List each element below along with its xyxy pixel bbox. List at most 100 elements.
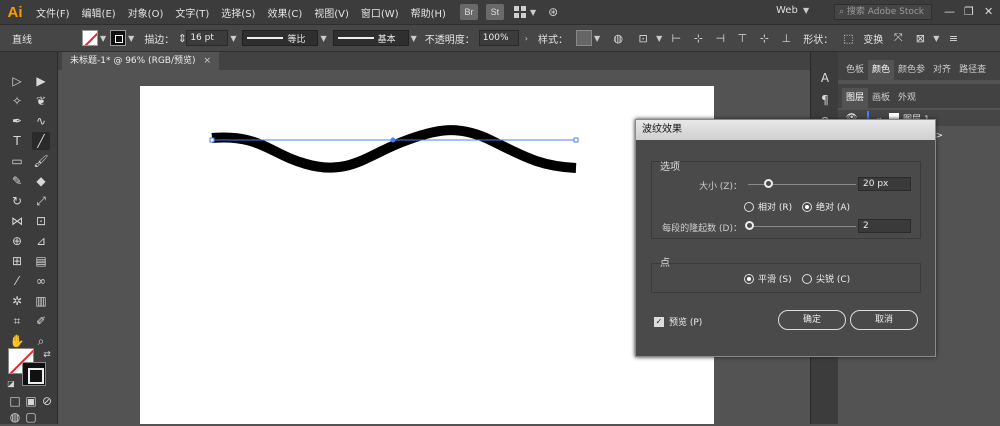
- document-tab[interactable]: 未标题-1* @ 96% (RGB/预览) ×: [62, 52, 220, 70]
- recolor-icon[interactable]: ◍: [610, 30, 626, 46]
- variable-width-profile[interactable]: 等比: [242, 30, 319, 46]
- menu-view[interactable]: 视图(V): [308, 5, 355, 20]
- transform-label[interactable]: 变换: [859, 31, 887, 46]
- size-slider-knob[interactable]: [764, 179, 773, 188]
- selection-tool-icon[interactable]: ▷: [8, 72, 26, 90]
- workspace-switcher[interactable]: Web ▼: [776, 5, 809, 16]
- chevron-down-icon[interactable]: ▼: [656, 34, 662, 43]
- absolute-radio[interactable]: 绝对 (A): [802, 200, 850, 213]
- tab-pathfinder[interactable]: 路径查: [955, 60, 990, 80]
- shaper-tool-icon[interactable]: ✎: [8, 172, 26, 190]
- tab-color-guide[interactable]: 颜色参: [894, 60, 929, 80]
- menu-object[interactable]: 对象(O): [122, 5, 170, 20]
- none-mode-icon[interactable]: ⊘: [38, 392, 56, 410]
- align-to-icon[interactable]: ⊡: [635, 30, 651, 46]
- tab-align[interactable]: 对齐: [929, 60, 955, 80]
- eraser-tool-icon[interactable]: ◆: [32, 172, 50, 190]
- menu-type[interactable]: 文字(T): [169, 5, 215, 20]
- ridges-input[interactable]: 2: [858, 219, 911, 233]
- align-bottom-icon[interactable]: ⊥: [778, 30, 794, 46]
- stroke-color-box[interactable]: [22, 362, 46, 386]
- align-left-icon[interactable]: ⊢: [668, 30, 684, 46]
- swap-colors-icon[interactable]: ⇄: [38, 346, 56, 364]
- menu-window[interactable]: 窗口(W): [355, 5, 405, 20]
- stock-button[interactable]: St: [485, 4, 504, 20]
- relative-radio[interactable]: 相对 (R): [744, 200, 792, 213]
- perspective-grid-tool-icon[interactable]: ⊿: [32, 232, 50, 250]
- graphic-style-swatch[interactable]: [575, 30, 592, 46]
- gpu-performance-icon[interactable]: ⊛: [548, 5, 558, 19]
- tab-color[interactable]: 颜色: [868, 60, 895, 80]
- brush-definition[interactable]: 基本: [332, 30, 409, 46]
- chevron-down-icon[interactable]: ▼: [933, 34, 939, 43]
- restore-icon[interactable]: ❐: [964, 5, 974, 18]
- line-segment-tool-icon[interactable]: ╱: [32, 132, 50, 150]
- chevron-down-icon[interactable]: ▼: [100, 34, 106, 43]
- slice-tool-icon[interactable]: ✐: [32, 312, 50, 330]
- cancel-button[interactable]: 取消: [850, 310, 918, 330]
- shape-builder-tool-icon[interactable]: ⊕: [8, 232, 26, 250]
- pen-tool-icon[interactable]: ✒: [8, 112, 26, 130]
- direct-selection-tool-icon[interactable]: ▶: [32, 72, 50, 90]
- column-graph-tool-icon[interactable]: ▥: [32, 292, 50, 310]
- chevron-down-icon[interactable]: ▼: [320, 34, 326, 43]
- rotate-tool-icon[interactable]: ↻: [8, 192, 26, 210]
- scale-tool-icon[interactable]: ⤢: [32, 192, 50, 210]
- anchor-point-start[interactable]: [209, 137, 215, 143]
- wave-path[interactable]: [211, 125, 577, 173]
- ridges-slider-knob[interactable]: [745, 221, 754, 230]
- menu-file[interactable]: 文件(F): [30, 5, 76, 20]
- eyedropper-tool-icon[interactable]: ⁄: [8, 272, 26, 290]
- artboard-tool-icon[interactable]: ⌗: [8, 312, 26, 330]
- screen-mode-icon[interactable]: ▢: [22, 408, 40, 426]
- artboard[interactable]: [140, 86, 714, 424]
- tab-swatches[interactable]: 色板: [842, 60, 868, 80]
- ridges-slider-track[interactable]: [748, 226, 856, 227]
- stock-search-input[interactable]: ⌕ 搜索 Adobe Stock: [834, 4, 932, 20]
- size-input[interactable]: 20 px: [858, 177, 911, 191]
- tab-layers[interactable]: 图层: [842, 88, 869, 108]
- ok-button[interactable]: 确定: [778, 310, 846, 330]
- menu-help[interactable]: 帮助(H): [405, 5, 452, 20]
- free-transform-tool-icon[interactable]: ⊡: [32, 212, 50, 230]
- stepper-icon[interactable]: ⇕: [178, 30, 187, 46]
- shape-icon[interactable]: ⬚: [840, 30, 856, 46]
- mesh-tool-icon[interactable]: ⊞: [8, 252, 26, 270]
- anchor-point-end[interactable]: [573, 137, 579, 143]
- stroke-weight-field[interactable]: 16 pt: [186, 30, 229, 46]
- paragraph-panel-icon[interactable]: ¶: [817, 92, 833, 108]
- paintbrush-tool-icon[interactable]: 🖌: [32, 152, 50, 170]
- chevron-down-icon[interactable]: ▼: [594, 34, 600, 43]
- menu-edit[interactable]: 编辑(E): [76, 5, 122, 20]
- gradient-tool-icon[interactable]: ▤: [32, 252, 50, 270]
- rectangle-tool-icon[interactable]: ▭: [8, 152, 26, 170]
- default-colors-icon[interactable]: ◪: [2, 374, 20, 392]
- opacity-field[interactable]: 100%: [478, 30, 519, 46]
- symbol-sprayer-tool-icon[interactable]: ✲: [8, 292, 26, 310]
- chevron-right-icon[interactable]: ›: [525, 34, 528, 43]
- width-tool-icon[interactable]: ⋈: [8, 212, 26, 230]
- align-right-icon[interactable]: ⊣: [712, 30, 728, 46]
- chevron-down-icon[interactable]: ▼: [530, 8, 536, 17]
- curvature-tool-icon[interactable]: ∿: [32, 112, 50, 130]
- fill-swatch[interactable]: [82, 30, 98, 46]
- align-middle-icon[interactable]: ⊹: [756, 30, 772, 46]
- lasso-tool-icon[interactable]: ❦: [32, 92, 50, 110]
- transform-icon[interactable]: ⤧: [890, 30, 906, 46]
- menu-effect[interactable]: 效果(C): [261, 5, 308, 20]
- close-tab-icon[interactable]: ×: [204, 56, 212, 66]
- chevron-down-icon[interactable]: ▼: [411, 34, 417, 43]
- corner-radio[interactable]: 尖锐 (C): [802, 272, 850, 285]
- tab-appearance[interactable]: 外观: [894, 88, 920, 108]
- close-window-icon[interactable]: ✕: [984, 5, 993, 18]
- menu-select[interactable]: 选择(S): [215, 5, 261, 20]
- smooth-radio[interactable]: 平滑 (S): [744, 272, 792, 285]
- chevron-down-icon[interactable]: ▼: [230, 34, 236, 43]
- stroke-swatch[interactable]: [110, 30, 127, 46]
- character-panel-icon[interactable]: A: [817, 70, 833, 86]
- panel-menu-icon[interactable]: ≡: [945, 30, 961, 46]
- align-top-icon[interactable]: ⊤: [734, 30, 750, 46]
- bridge-button[interactable]: Br: [459, 4, 478, 20]
- tab-artboards[interactable]: 画板: [868, 88, 894, 108]
- chevron-down-icon[interactable]: ▼: [128, 34, 134, 43]
